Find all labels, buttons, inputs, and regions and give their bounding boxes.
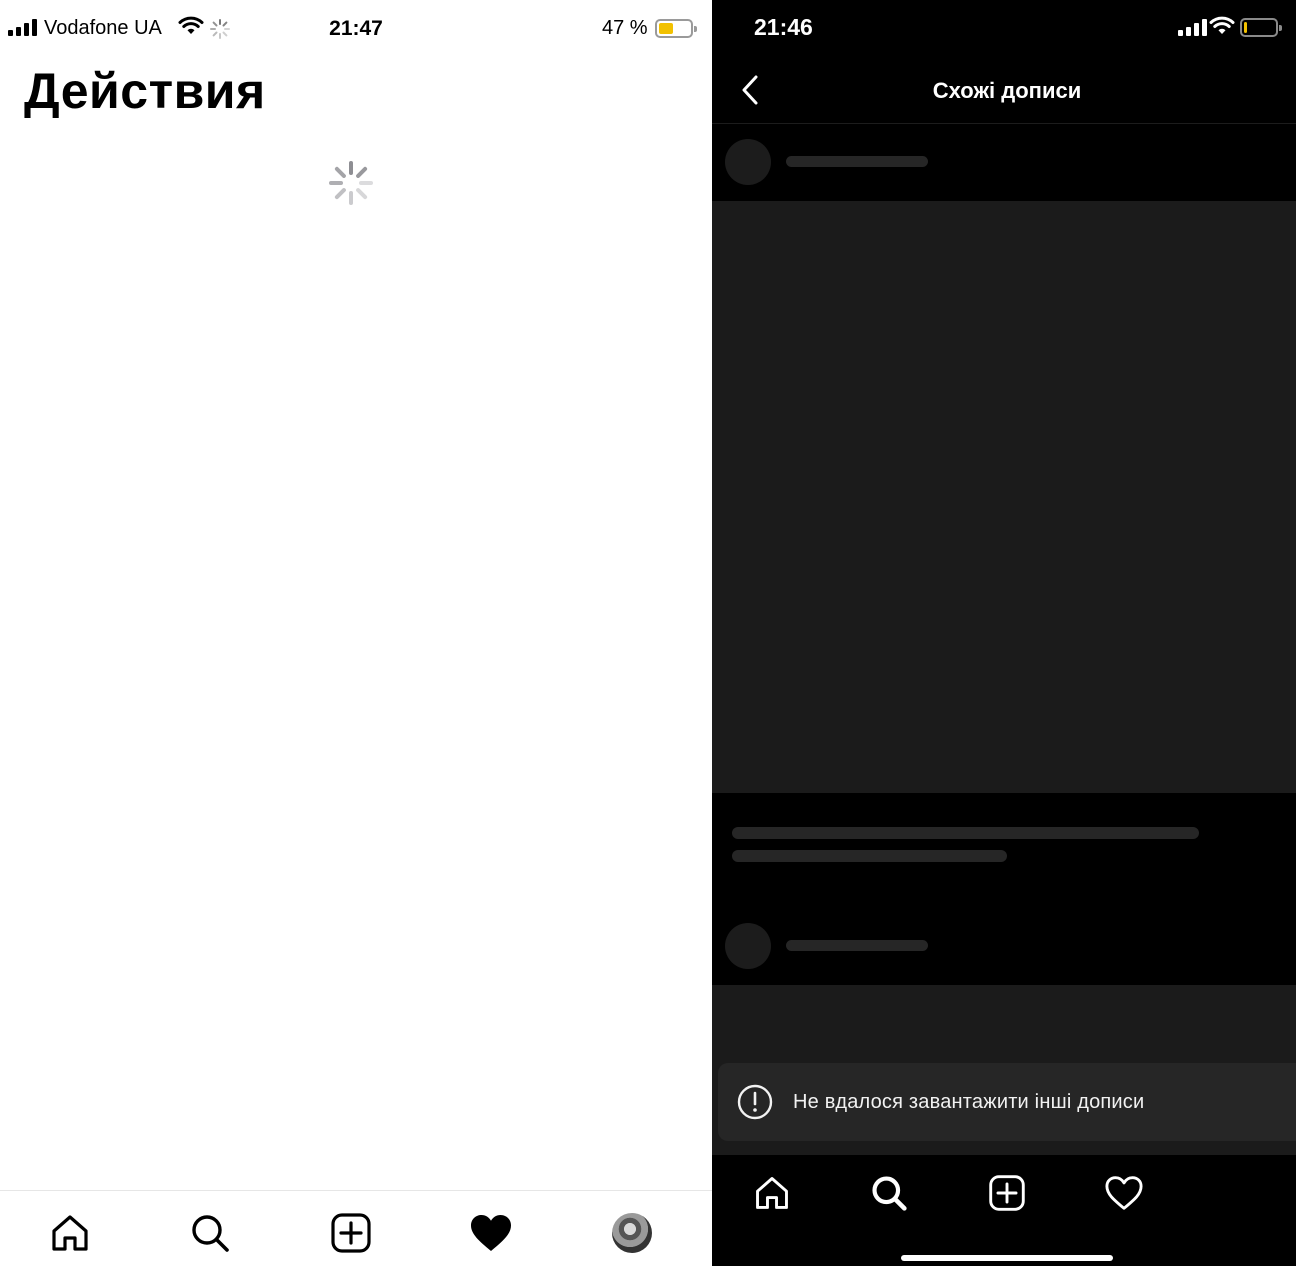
toast-message: Не вдалося завантажити інші дописи	[793, 1091, 1145, 1113]
bottom-tab-bar	[712, 1155, 1296, 1266]
tab-activity[interactable]	[1102, 1171, 1146, 1215]
heart-filled-icon	[471, 1215, 511, 1251]
cellular-signal-icon	[1178, 19, 1207, 36]
home-indicator[interactable]	[901, 1255, 1113, 1261]
skeleton-caption-line	[732, 850, 1007, 862]
search-icon	[872, 1176, 907, 1211]
skeleton-caption-line	[732, 827, 1199, 839]
similar-posts-screen: 21:46 Схожі дописи Не вдалося завантажит…	[712, 0, 1296, 1266]
bottom-tab-bar	[0, 1190, 712, 1266]
profile-avatar	[612, 1213, 652, 1253]
status-bar: Vodafone UA 21:47 47 %	[0, 0, 712, 58]
battery-percent: 47 %	[602, 17, 648, 39]
home-icon	[756, 1177, 788, 1209]
page-title: Схожі дописи	[932, 78, 1082, 103]
loading-spinner-icon	[329, 161, 373, 205]
skeleton-avatar	[725, 923, 771, 969]
new-post-icon	[331, 1213, 371, 1253]
tab-new-post[interactable]	[329, 1211, 373, 1255]
tab-new-post[interactable]	[985, 1171, 1029, 1215]
page-title: Действия	[24, 63, 266, 119]
battery-icon	[655, 19, 697, 38]
skeleton-username	[786, 156, 928, 167]
activity-screen: Vodafone UA 21:47 47 % Действия	[0, 0, 712, 1266]
alert-circle-icon	[737, 1084, 773, 1120]
top-header: Схожі дописи	[712, 58, 1296, 124]
tab-search[interactable]	[867, 1171, 911, 1215]
status-time: 21:46	[754, 14, 813, 40]
tab-profile[interactable]	[610, 1211, 654, 1255]
skeleton-avatar	[725, 139, 771, 185]
skeleton-media	[712, 201, 1296, 793]
tab-search[interactable]	[188, 1211, 232, 1255]
error-toast: Не вдалося завантажити інші дописи	[718, 1063, 1296, 1141]
battery-icon	[1240, 18, 1282, 37]
heart-outline-icon	[1105, 1176, 1143, 1210]
tab-home[interactable]	[48, 1211, 92, 1255]
home-icon	[52, 1215, 88, 1251]
skeleton-username	[786, 940, 928, 951]
tab-activity[interactable]	[469, 1211, 513, 1255]
new-post-icon	[989, 1175, 1025, 1211]
wifi-icon	[1209, 16, 1235, 34]
search-icon	[192, 1215, 229, 1252]
tab-home[interactable]	[750, 1171, 794, 1215]
